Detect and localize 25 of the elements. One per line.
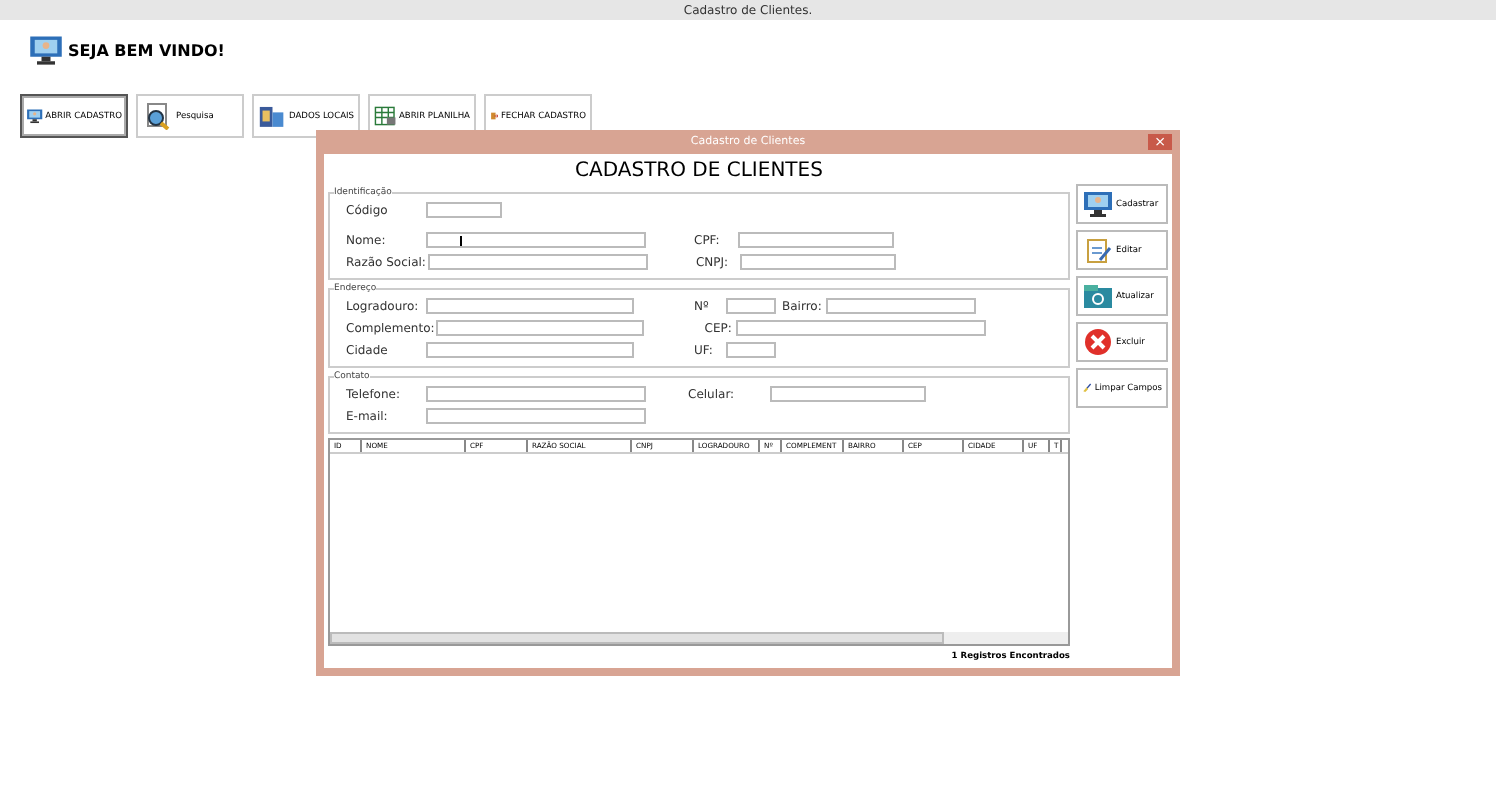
text-field[interactable] <box>426 232 646 248</box>
buildings-icon <box>258 102 287 130</box>
magnifier-document-icon <box>142 102 174 130</box>
clipboard-pencil-icon <box>1082 236 1114 264</box>
text-field[interactable] <box>436 320 645 336</box>
text-field[interactable] <box>736 320 987 336</box>
text-field[interactable] <box>770 386 926 402</box>
text-field[interactable] <box>739 254 896 270</box>
text-field[interactable] <box>426 408 646 424</box>
text-field[interactable] <box>426 202 502 218</box>
horizontal-scrollbar[interactable] <box>330 632 1068 644</box>
text-field[interactable] <box>426 342 634 358</box>
text-field[interactable] <box>426 298 634 314</box>
welcome-heading: SEJA BEM VINDO! <box>68 41 225 59</box>
text-field[interactable] <box>726 342 776 358</box>
text-field[interactable] <box>426 386 646 402</box>
monitor-icon <box>1082 190 1114 218</box>
monitor-icon <box>28 34 64 66</box>
text-field[interactable] <box>726 298 776 314</box>
text-field[interactable] <box>738 232 894 248</box>
text-field[interactable] <box>427 254 648 270</box>
form-heading: CADASTRO DE CLIENTES <box>573 158 825 186</box>
spreadsheet-icon <box>374 102 397 130</box>
delete-icon <box>1082 328 1114 356</box>
text-field[interactable] <box>826 298 976 314</box>
